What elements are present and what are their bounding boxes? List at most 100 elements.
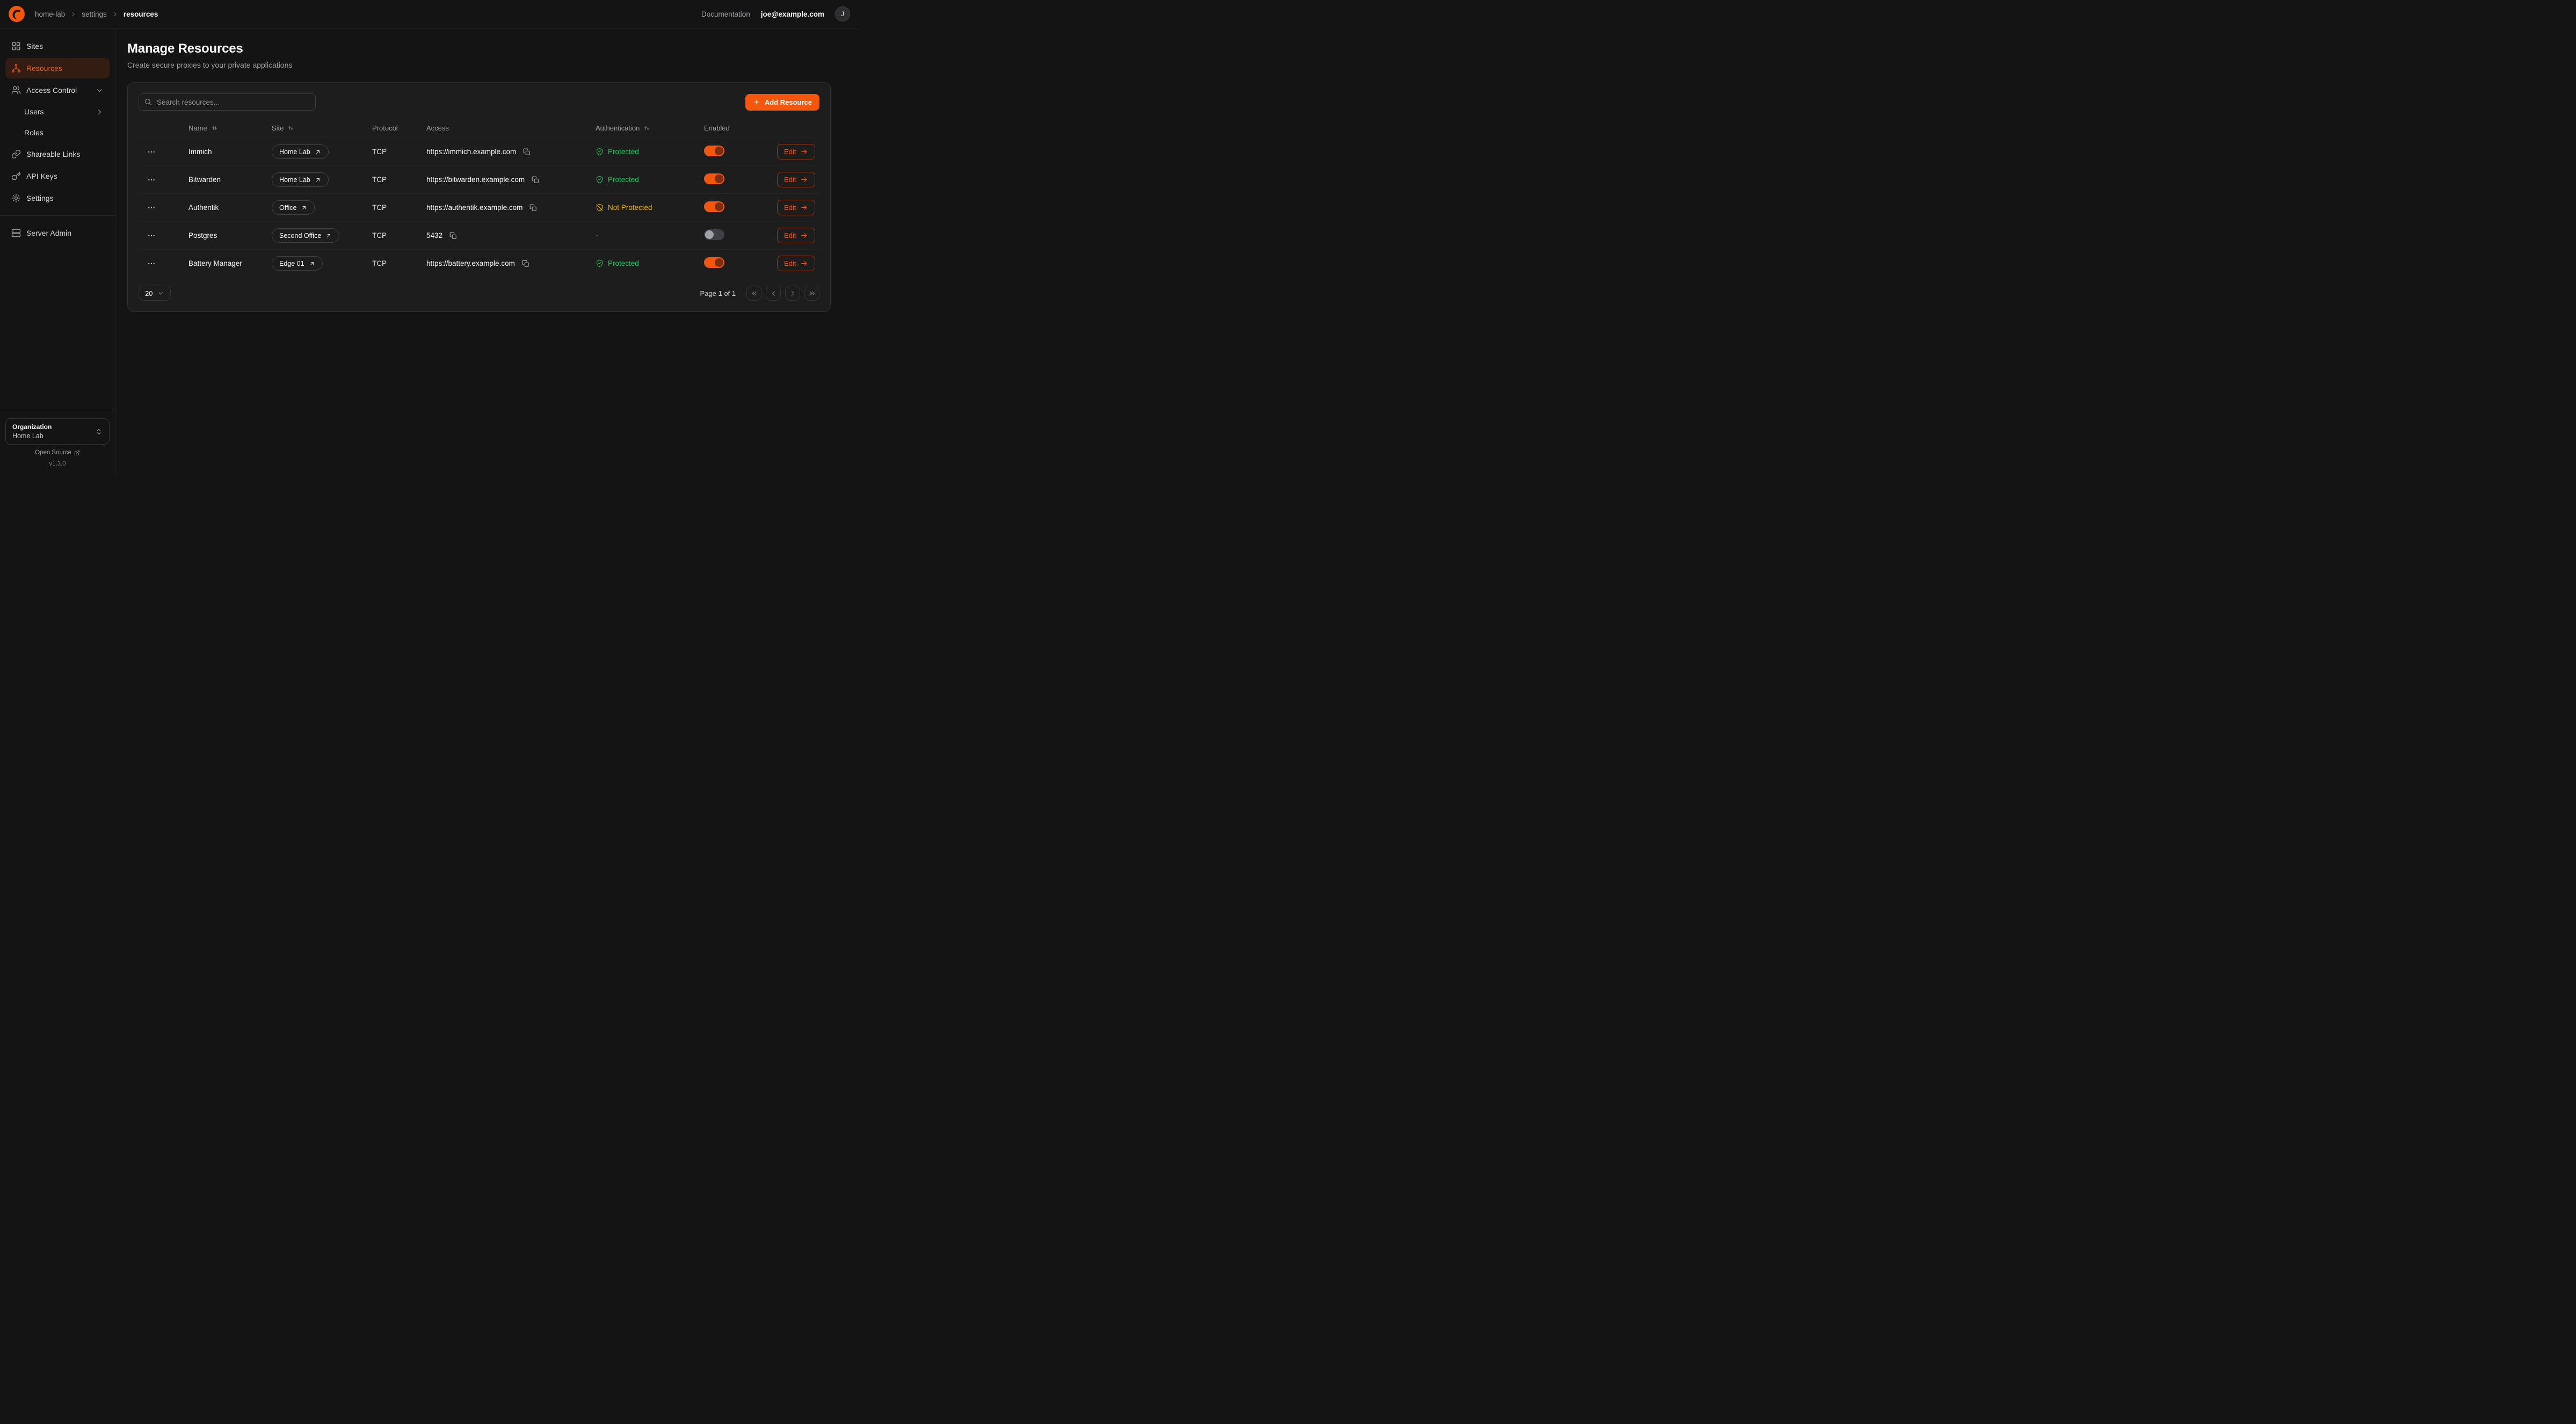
app-logo-icon[interactable]	[9, 6, 25, 22]
column-header-protocol: Protocol	[372, 124, 426, 132]
sidebar-item-resources[interactable]: Resources	[5, 58, 110, 78]
table-row: Bitwarden Home Lab TCP https://bitwarden…	[139, 165, 819, 193]
sidebar-item-label: Roles	[24, 128, 43, 137]
edit-button[interactable]: Edit	[777, 144, 815, 159]
sidebar-item-label: Access Control	[26, 86, 77, 95]
copy-icon[interactable]	[448, 231, 458, 241]
sidebar-item-label: Shareable Links	[26, 150, 80, 158]
previous-page-button[interactable]	[766, 286, 781, 301]
copy-icon[interactable]	[521, 259, 531, 268]
access-url: 5432	[426, 231, 442, 239]
column-header-site[interactable]: Site	[272, 124, 372, 132]
ellipsis-icon	[147, 148, 156, 156]
sidebar-item-server-admin[interactable]: Server Admin	[5, 223, 110, 243]
table-header: Name Site Protocol Access Authentication…	[139, 118, 819, 137]
search-icon	[144, 98, 152, 108]
next-page-button[interactable]	[785, 286, 800, 301]
sidebar-item-roles[interactable]: Roles	[5, 123, 110, 142]
page-title: Manage Resources	[127, 41, 859, 56]
protocol: TCP	[372, 231, 426, 239]
page-indicator: Page 1 of 1	[700, 289, 736, 297]
main-content: Manage Resources Create secure proxies t…	[115, 28, 859, 475]
resource-name: Immich	[188, 148, 272, 156]
arrow-up-right-icon	[315, 149, 321, 155]
ellipsis-icon	[147, 204, 156, 212]
edit-button[interactable]: Edit	[777, 200, 815, 215]
sidebar-item-sites[interactable]: Sites	[5, 36, 110, 56]
last-page-button[interactable]	[804, 286, 819, 301]
sidebar-item-label: Server Admin	[26, 229, 71, 237]
sidebar-item-users[interactable]: Users	[5, 102, 110, 121]
table-row: Battery Manager Edge 01 TCP https://batt…	[139, 249, 819, 277]
sidebar-item-label: Resources	[26, 64, 62, 72]
resources-card: Add Resource Name Site Protocol Access A…	[127, 82, 831, 312]
avatar[interactable]: J	[835, 6, 850, 21]
breadcrumb: home-lab settings resources	[35, 10, 158, 18]
site-link[interactable]: Second Office	[272, 228, 339, 243]
search-input[interactable]	[139, 93, 316, 111]
access-url: https://bitwarden.example.com	[426, 176, 525, 184]
shield-off-icon	[596, 204, 604, 212]
sort-icon	[211, 125, 218, 132]
site-link[interactable]: Home Lab	[272, 144, 329, 159]
site-link[interactable]: Office	[272, 200, 315, 215]
arrow-right-icon	[800, 176, 808, 184]
shield-check-icon	[596, 176, 604, 184]
row-menu-button[interactable]	[145, 146, 158, 158]
sidebar-item-api-keys[interactable]: API Keys	[5, 166, 110, 186]
row-menu-button[interactable]	[145, 173, 158, 186]
arrow-up-right-icon	[315, 177, 321, 183]
user-email[interactable]: joe@example.com	[761, 10, 824, 18]
copy-icon[interactable]	[522, 147, 532, 157]
row-menu-button[interactable]	[145, 229, 158, 242]
page-size-select[interactable]: 20	[139, 286, 171, 301]
auth-label: -	[596, 231, 598, 239]
chevrons-up-down-icon	[95, 428, 103, 435]
edit-button[interactable]: Edit	[777, 172, 815, 187]
breadcrumb-org[interactable]: home-lab	[35, 10, 65, 18]
organization-selector[interactable]: Organization Home Lab	[5, 418, 110, 445]
sidebar-divider	[0, 215, 115, 216]
enabled-toggle[interactable]	[704, 173, 724, 184]
external-link-icon	[74, 450, 80, 456]
edit-button[interactable]: Edit	[777, 228, 815, 243]
users-icon	[11, 85, 21, 95]
resource-name: Postgres	[188, 231, 272, 239]
auth-label: Protected	[608, 148, 639, 156]
copy-icon[interactable]	[528, 203, 538, 213]
copy-icon[interactable]	[531, 175, 540, 185]
site-link[interactable]: Home Lab	[272, 172, 329, 187]
resource-name: Authentik	[188, 204, 272, 212]
enabled-toggle[interactable]	[704, 201, 724, 212]
site-link[interactable]: Edge 01	[272, 256, 323, 271]
auth-label: Protected	[608, 259, 639, 267]
search-box	[139, 93, 316, 111]
enabled-toggle[interactable]	[704, 146, 724, 156]
first-page-button[interactable]	[746, 286, 761, 301]
column-header-name[interactable]: Name	[188, 124, 272, 132]
chevron-left-icon	[770, 289, 778, 297]
breadcrumb-resources[interactable]: resources	[124, 10, 158, 18]
auth-status: Protected	[596, 148, 704, 156]
breadcrumb-settings[interactable]: settings	[82, 10, 107, 18]
column-header-authentication[interactable]: Authentication	[596, 124, 704, 132]
open-source-label: Open Source	[35, 449, 71, 456]
auth-status: Not Protected	[596, 204, 704, 212]
sidebar-item-shareable-links[interactable]: Shareable Links	[5, 144, 110, 164]
column-header-access: Access	[426, 124, 596, 132]
arrow-right-icon	[800, 259, 808, 267]
sidebar-item-settings[interactable]: Settings	[5, 188, 110, 208]
open-source-link[interactable]: Open Source	[5, 449, 110, 456]
edit-button[interactable]: Edit	[777, 256, 815, 271]
plus-icon	[753, 98, 760, 106]
add-resource-button[interactable]: Add Resource	[745, 94, 819, 111]
sidebar-item-access-control[interactable]: Access Control	[5, 80, 110, 100]
row-menu-button[interactable]	[145, 257, 158, 270]
chevron-right-icon	[789, 289, 797, 297]
enabled-toggle[interactable]	[704, 257, 724, 268]
documentation-link[interactable]: Documentation	[701, 10, 750, 18]
enabled-toggle[interactable]	[704, 229, 724, 240]
protocol: TCP	[372, 259, 426, 267]
row-menu-button[interactable]	[145, 201, 158, 214]
arrow-up-right-icon	[325, 233, 332, 239]
